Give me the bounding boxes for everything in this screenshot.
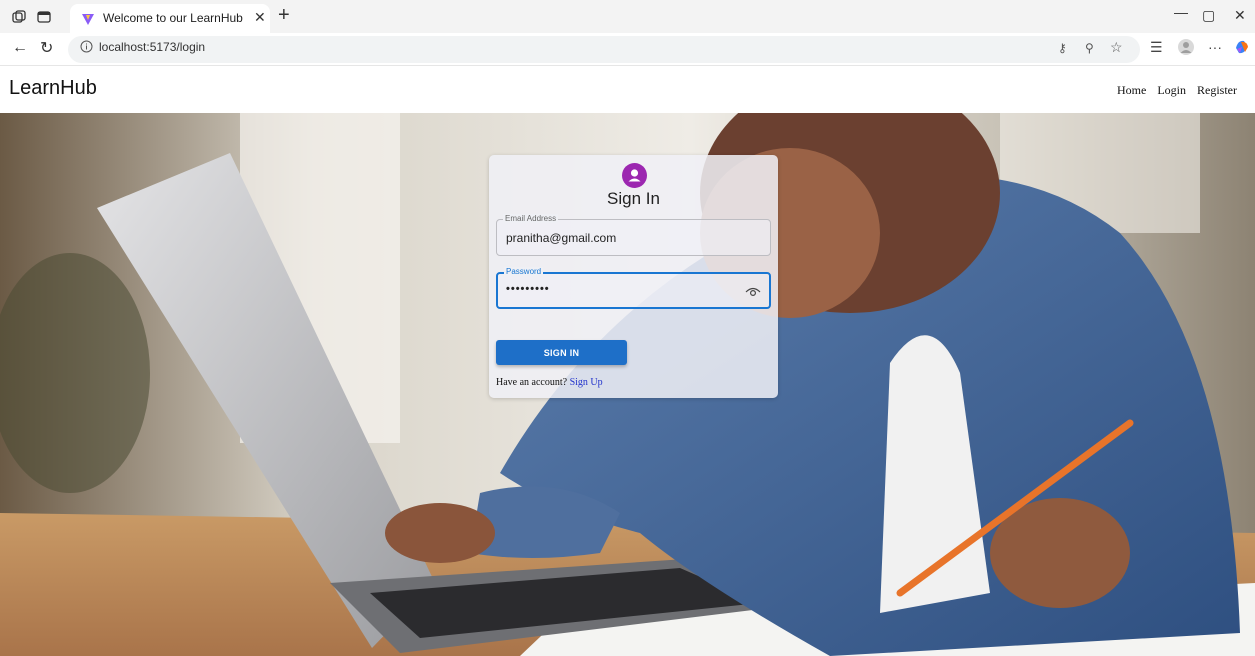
more-options-icon[interactable]: ··· [1208,39,1222,55]
user-avatar-icon [622,163,647,188]
email-input[interactable] [506,231,736,245]
password-field[interactable]: Password ••••••••• [496,267,771,309]
visibility-toggle-icon[interactable] [745,284,761,298]
nav-link-login[interactable]: Login [1157,83,1186,97]
sign-in-button[interactable]: SIGN IN [496,340,627,365]
zoom-icon[interactable]: ⚲ [1085,41,1094,55]
browser-tab-strip: Welcome to our LearnHub ✕ + — ▢ ✕ [0,0,1255,33]
restore-icon[interactable]: ▢ [1202,7,1215,24]
favorite-star-icon[interactable]: ☆ [1110,39,1123,56]
brand-logo-text[interactable]: LearnHub [9,77,97,100]
address-bar[interactable] [68,36,1140,63]
profile-avatar-icon[interactable] [1177,38,1195,56]
sign-in-title: Sign In [607,189,660,208]
password-input[interactable]: ••••••••• [506,283,736,295]
signup-prompt-text: Have an account? [496,377,568,388]
site-info-icon[interactable] [80,40,93,53]
vite-favicon-icon [82,14,94,25]
workspaces-icon[interactable] [11,9,27,25]
nav-link-home[interactable]: Home [1117,83,1146,97]
email-field[interactable]: Email Address [496,214,771,256]
nav-links: Home Login Register [1109,83,1237,98]
password-key-icon[interactable]: ⚷ [1058,41,1067,55]
nav-link-register[interactable]: Register [1197,83,1237,97]
url-text[interactable]: localhost:5173/login [99,40,205,54]
email-field-label: Email Address [503,214,559,223]
signup-prompt: Have an account? Sign Up [496,377,603,388]
password-field-label: Password [504,267,544,276]
app-navbar [0,66,1255,113]
copilot-icon[interactable] [1233,38,1251,56]
browser-tab[interactable]: Welcome to our LearnHub ✕ [70,4,270,33]
tab-title: Welcome to our LearnHub [103,11,243,25]
favorites-list-icon[interactable]: ☰ [1150,39,1163,56]
tab-actions-icon[interactable] [36,9,52,25]
back-arrow-icon[interactable]: ← [12,39,28,57]
minimize-icon[interactable]: — [1174,4,1188,20]
tab-close-icon[interactable]: ✕ [254,9,266,26]
login-card: Sign In Email Address Password •••••••••… [489,155,778,398]
sign-up-link[interactable]: Sign Up [570,377,603,388]
reload-icon[interactable]: ↻ [40,38,53,58]
window-close-icon[interactable]: ✕ [1234,7,1246,24]
new-tab-icon[interactable]: + [278,4,290,27]
